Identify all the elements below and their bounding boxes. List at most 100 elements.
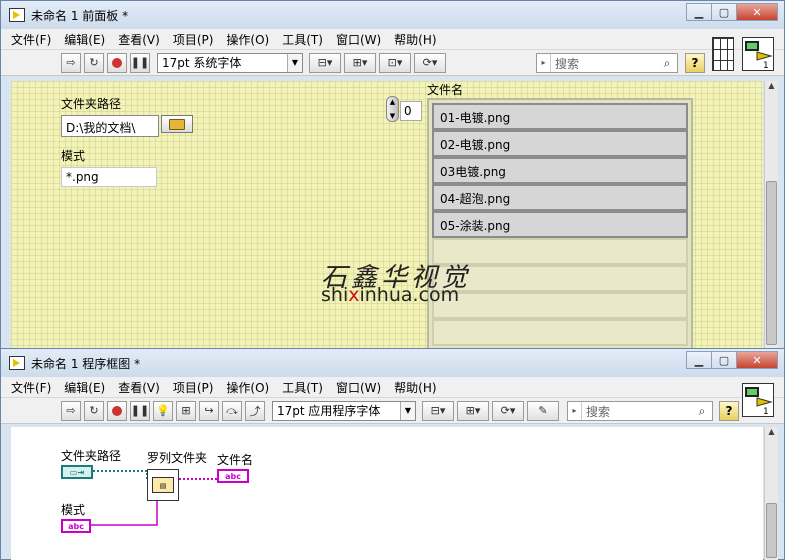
menu-file[interactable]: 文件(F) bbox=[11, 379, 51, 396]
abort-icon[interactable] bbox=[107, 400, 127, 421]
minimize-button[interactable]: ▁ bbox=[686, 3, 712, 21]
browse-button[interactable] bbox=[161, 115, 193, 133]
close-button[interactable]: ✕ bbox=[736, 351, 778, 369]
step-into-icon[interactable]: ↪ bbox=[199, 400, 219, 421]
folder-path-terminal-label: 文件夹路径 bbox=[61, 449, 122, 463]
maximize-button[interactable]: ▢ bbox=[711, 351, 737, 369]
search-scope-icon[interactable]: ▸ bbox=[568, 402, 582, 420]
run-continuously-icon[interactable]: ↻ bbox=[84, 400, 104, 421]
reorder-icon[interactable]: ⟳▾ bbox=[492, 400, 524, 421]
menu-tools[interactable]: 工具(T) bbox=[282, 379, 323, 396]
block-diagram-window: 未命名 1 程序框图 * ▁ ▢ ✕ 文件(F) 编辑(E) 查看(V) 项目(… bbox=[0, 348, 785, 560]
menu-view[interactable]: 查看(V) bbox=[118, 379, 160, 396]
close-button[interactable]: ✕ bbox=[736, 3, 778, 21]
menu-window[interactable]: 窗口(W) bbox=[336, 31, 381, 48]
scroll-thumb[interactable] bbox=[766, 181, 777, 345]
scroll-up-icon[interactable]: ▲ bbox=[765, 81, 778, 95]
context-help-icon[interactable]: ? bbox=[685, 53, 705, 73]
list-item[interactable]: 03电镀.png bbox=[432, 157, 688, 184]
chevron-down-icon: ▼ bbox=[287, 53, 302, 72]
scroll-up-icon[interactable]: ▲ bbox=[765, 427, 778, 441]
menu-edit[interactable]: 编辑(E) bbox=[64, 31, 105, 48]
menu-file[interactable]: 文件(F) bbox=[11, 31, 51, 48]
front-panel-titlebar[interactable]: 未命名 1 前面板 * ▁ ▢ ✕ bbox=[1, 1, 784, 29]
align-objects-icon[interactable]: ⊟▾ bbox=[309, 52, 341, 73]
front-panel-toolbar: ⇨ ↻ ❚❚ 17pt 系统字体 ▼ ⊟▾ ⊞▾ ⊡▾ ⟳▾ ▸ 搜索 ⌕ ? bbox=[1, 50, 784, 76]
font-select[interactable]: 17pt 应用程序字体 ▼ bbox=[272, 400, 416, 421]
minimize-button[interactable]: ▁ bbox=[686, 351, 712, 369]
context-help-icon[interactable]: ? bbox=[719, 401, 739, 421]
vi-icon[interactable]: 1 bbox=[742, 383, 774, 417]
block-diagram-title: 未命名 1 程序框图 * bbox=[31, 356, 141, 371]
svg-text:1: 1 bbox=[763, 407, 769, 416]
step-over-icon[interactable]: ⤼ bbox=[222, 400, 242, 421]
array-index-value[interactable]: 0 bbox=[400, 101, 422, 121]
menu-help[interactable]: 帮助(H) bbox=[394, 379, 436, 396]
front-panel-vertical-scrollbar[interactable]: ▲ bbox=[764, 81, 778, 349]
highlight-execution-icon[interactable]: 💡 bbox=[153, 400, 173, 421]
watermark-url-suffix: inhua.com bbox=[359, 284, 460, 306]
empty-list-item[interactable] bbox=[432, 292, 688, 319]
run-arrow-icon[interactable]: ⇨ bbox=[61, 400, 81, 421]
pause-icon[interactable]: ❚❚ bbox=[130, 400, 150, 421]
menu-project[interactable]: 项目(P) bbox=[173, 31, 214, 48]
scroll-thumb[interactable] bbox=[766, 503, 777, 558]
array-index-spinner[interactable]: ▲ ▼ bbox=[386, 96, 399, 122]
list-item[interactable]: 01-电镀.png bbox=[432, 103, 688, 130]
resize-objects-icon[interactable]: ⊡▾ bbox=[379, 52, 411, 73]
watermark-url-highlight: x bbox=[348, 284, 360, 306]
menu-edit[interactable]: 编辑(E) bbox=[64, 379, 105, 396]
reorder-icon[interactable]: ⟳▾ bbox=[414, 52, 446, 73]
vi-icon[interactable]: 1 bbox=[742, 37, 774, 71]
block-diagram-vertical-scrollbar[interactable]: ▲ bbox=[764, 427, 778, 560]
step-out-icon[interactable]: ⤴ bbox=[245, 400, 265, 421]
search-box[interactable]: ▸ 搜索 ⌕ bbox=[567, 401, 713, 421]
list-item[interactable]: 04-超泡.png bbox=[432, 184, 688, 211]
pattern-terminal[interactable]: abc bbox=[61, 519, 91, 533]
file-names-array: 01-电镀.png 02-电镀.png 03电镀.png 04-超泡.png 0… bbox=[427, 98, 693, 349]
pattern-control[interactable]: *.png bbox=[61, 167, 157, 187]
distribute-objects-icon[interactable]: ⊞▾ bbox=[457, 400, 489, 421]
run-continuously-icon[interactable]: ↻ bbox=[84, 52, 104, 73]
front-panel-canvas[interactable]: 文件夹路径 D:\我的文档\ 模式 *.png 文件名 ▲ ▼ 0 01-电镀.p… bbox=[11, 81, 763, 349]
block-diagram-canvas[interactable]: 文件夹路径 ▭⇥ 罗列文件夹 ▤ 文件名 abc 模式 abc bbox=[11, 427, 763, 560]
folder-path-control[interactable]: D:\我的文档\ bbox=[61, 115, 159, 137]
menu-window[interactable]: 窗口(W) bbox=[336, 379, 381, 396]
folder-list-icon: ▤ bbox=[152, 477, 174, 493]
menu-project[interactable]: 项目(P) bbox=[173, 379, 214, 396]
font-select-value: 17pt 系统字体 bbox=[162, 56, 242, 70]
list-item[interactable]: 05-涂装.png bbox=[432, 211, 688, 238]
empty-list-item[interactable] bbox=[432, 319, 688, 346]
connector-pane-icon[interactable] bbox=[712, 37, 734, 71]
search-icon[interactable]: ⌕ bbox=[692, 404, 712, 419]
list-item[interactable]: 02-电镀.png bbox=[432, 130, 688, 157]
retain-wire-values-icon[interactable]: ⊞ bbox=[176, 400, 196, 421]
search-scope-icon[interactable]: ▸ bbox=[537, 54, 551, 72]
front-panel-title: 未命名 1 前面板 * bbox=[31, 8, 129, 23]
menu-operate[interactable]: 操作(O) bbox=[226, 379, 269, 396]
font-select[interactable]: 17pt 系统字体 ▼ bbox=[157, 52, 303, 73]
maximize-button[interactable]: ▢ bbox=[711, 3, 737, 21]
menu-view[interactable]: 查看(V) bbox=[118, 31, 160, 48]
svg-text:1: 1 bbox=[763, 61, 769, 70]
block-diagram-toolbar: ⇨ ↻ ❚❚ 💡 ⊞ ↪ ⤼ ⤴ 17pt 应用程序字体 ▼ ⊟▾ ⊞▾ ⟳▾ … bbox=[1, 398, 784, 424]
clean-up-diagram-icon[interactable]: ✎ bbox=[527, 400, 559, 421]
menu-tools[interactable]: 工具(T) bbox=[282, 31, 323, 48]
distribute-objects-icon[interactable]: ⊞▾ bbox=[344, 52, 376, 73]
watermark-url-prefix: shi bbox=[321, 284, 349, 306]
block-diagram-titlebar[interactable]: 未命名 1 程序框图 * ▁ ▢ ✕ bbox=[1, 349, 784, 377]
align-objects-icon[interactable]: ⊟▾ bbox=[422, 400, 454, 421]
pause-icon[interactable]: ❚❚ bbox=[130, 52, 150, 73]
file-names-terminal[interactable]: abc bbox=[217, 469, 249, 483]
file-names-terminal-label: 文件名 bbox=[217, 453, 254, 467]
search-box[interactable]: ▸ 搜索 ⌕ bbox=[536, 53, 678, 73]
list-folder-node[interactable]: ▤ bbox=[147, 469, 179, 501]
abort-icon[interactable] bbox=[107, 52, 127, 73]
run-arrow-icon[interactable]: ⇨ bbox=[61, 52, 81, 73]
front-panel-window: 未命名 1 前面板 * ▁ ▢ ✕ 文件(F) 编辑(E) 查看(V) 项目(P… bbox=[0, 0, 785, 350]
list-folder-label: 罗列文件夹 bbox=[147, 451, 208, 465]
folder-path-terminal[interactable]: ▭⇥ bbox=[61, 465, 93, 479]
menu-operate[interactable]: 操作(O) bbox=[226, 31, 269, 48]
search-icon[interactable]: ⌕ bbox=[657, 56, 677, 71]
menu-help[interactable]: 帮助(H) bbox=[394, 31, 436, 48]
